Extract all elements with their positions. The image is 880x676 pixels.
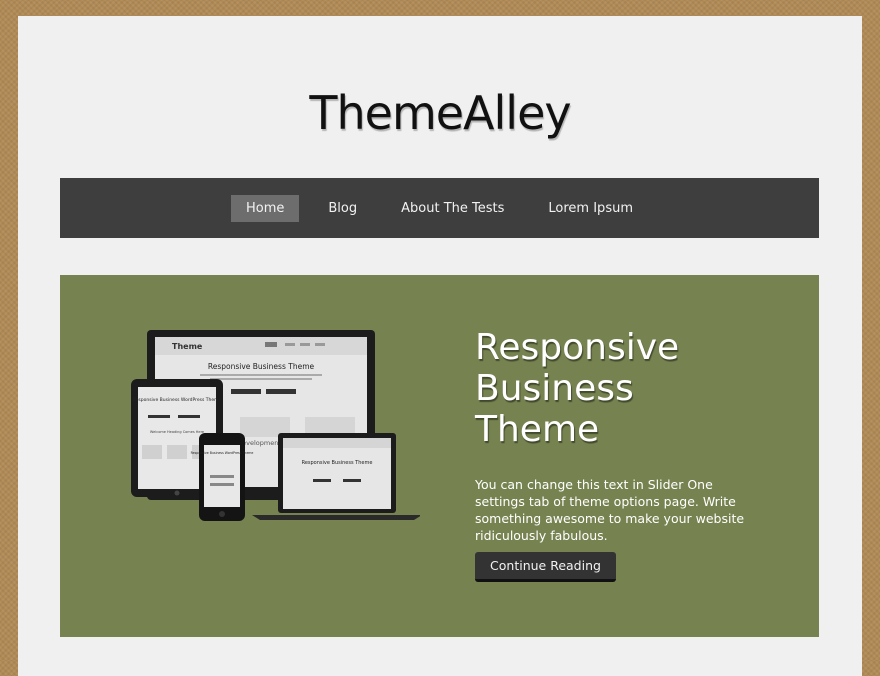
hero-slider: Theme Responsive Business Theme developm… — [60, 275, 819, 637]
main-nav: Home Blog About The Tests Lorem Ipsum — [60, 178, 819, 238]
slide-title: Responsive Business Theme — [475, 327, 735, 450]
site-title[interactable]: ThemeAlley — [18, 86, 862, 140]
nav-item-about-the-tests[interactable]: About The Tests — [386, 195, 519, 222]
nav-item-blog[interactable]: Blog — [313, 195, 372, 222]
continue-reading-button[interactable]: Continue Reading — [475, 552, 616, 582]
mockup-brand: Theme — [172, 342, 203, 351]
slide-title-line-2: Business — [475, 368, 634, 409]
slide-title-line-1: Responsive — [475, 327, 680, 368]
mockup-tablet-heading: Responsive Business WordPress Theme — [133, 397, 222, 403]
mockup-phone-heading: Responsive Business WordPress Theme — [191, 451, 254, 455]
nav-item-lorem-ipsum[interactable]: Lorem Ipsum — [533, 195, 648, 222]
mockup-tablet-sub: Welcome Heading Comes Here — [150, 430, 204, 434]
nav-item-home[interactable]: Home — [231, 194, 300, 222]
slide-description: You can change this text in Slider One s… — [475, 477, 745, 543]
mockup-heading: Responsive Business Theme — [208, 362, 315, 371]
responsive-devices-image: Theme Responsive Business Theme developm… — [131, 330, 420, 521]
page-container: ThemeAlley Home Blog About The Tests Lor… — [18, 16, 862, 676]
slide-title-line-3: Theme — [475, 409, 600, 450]
mockup-laptop-heading: Responsive Business Theme — [302, 460, 373, 466]
